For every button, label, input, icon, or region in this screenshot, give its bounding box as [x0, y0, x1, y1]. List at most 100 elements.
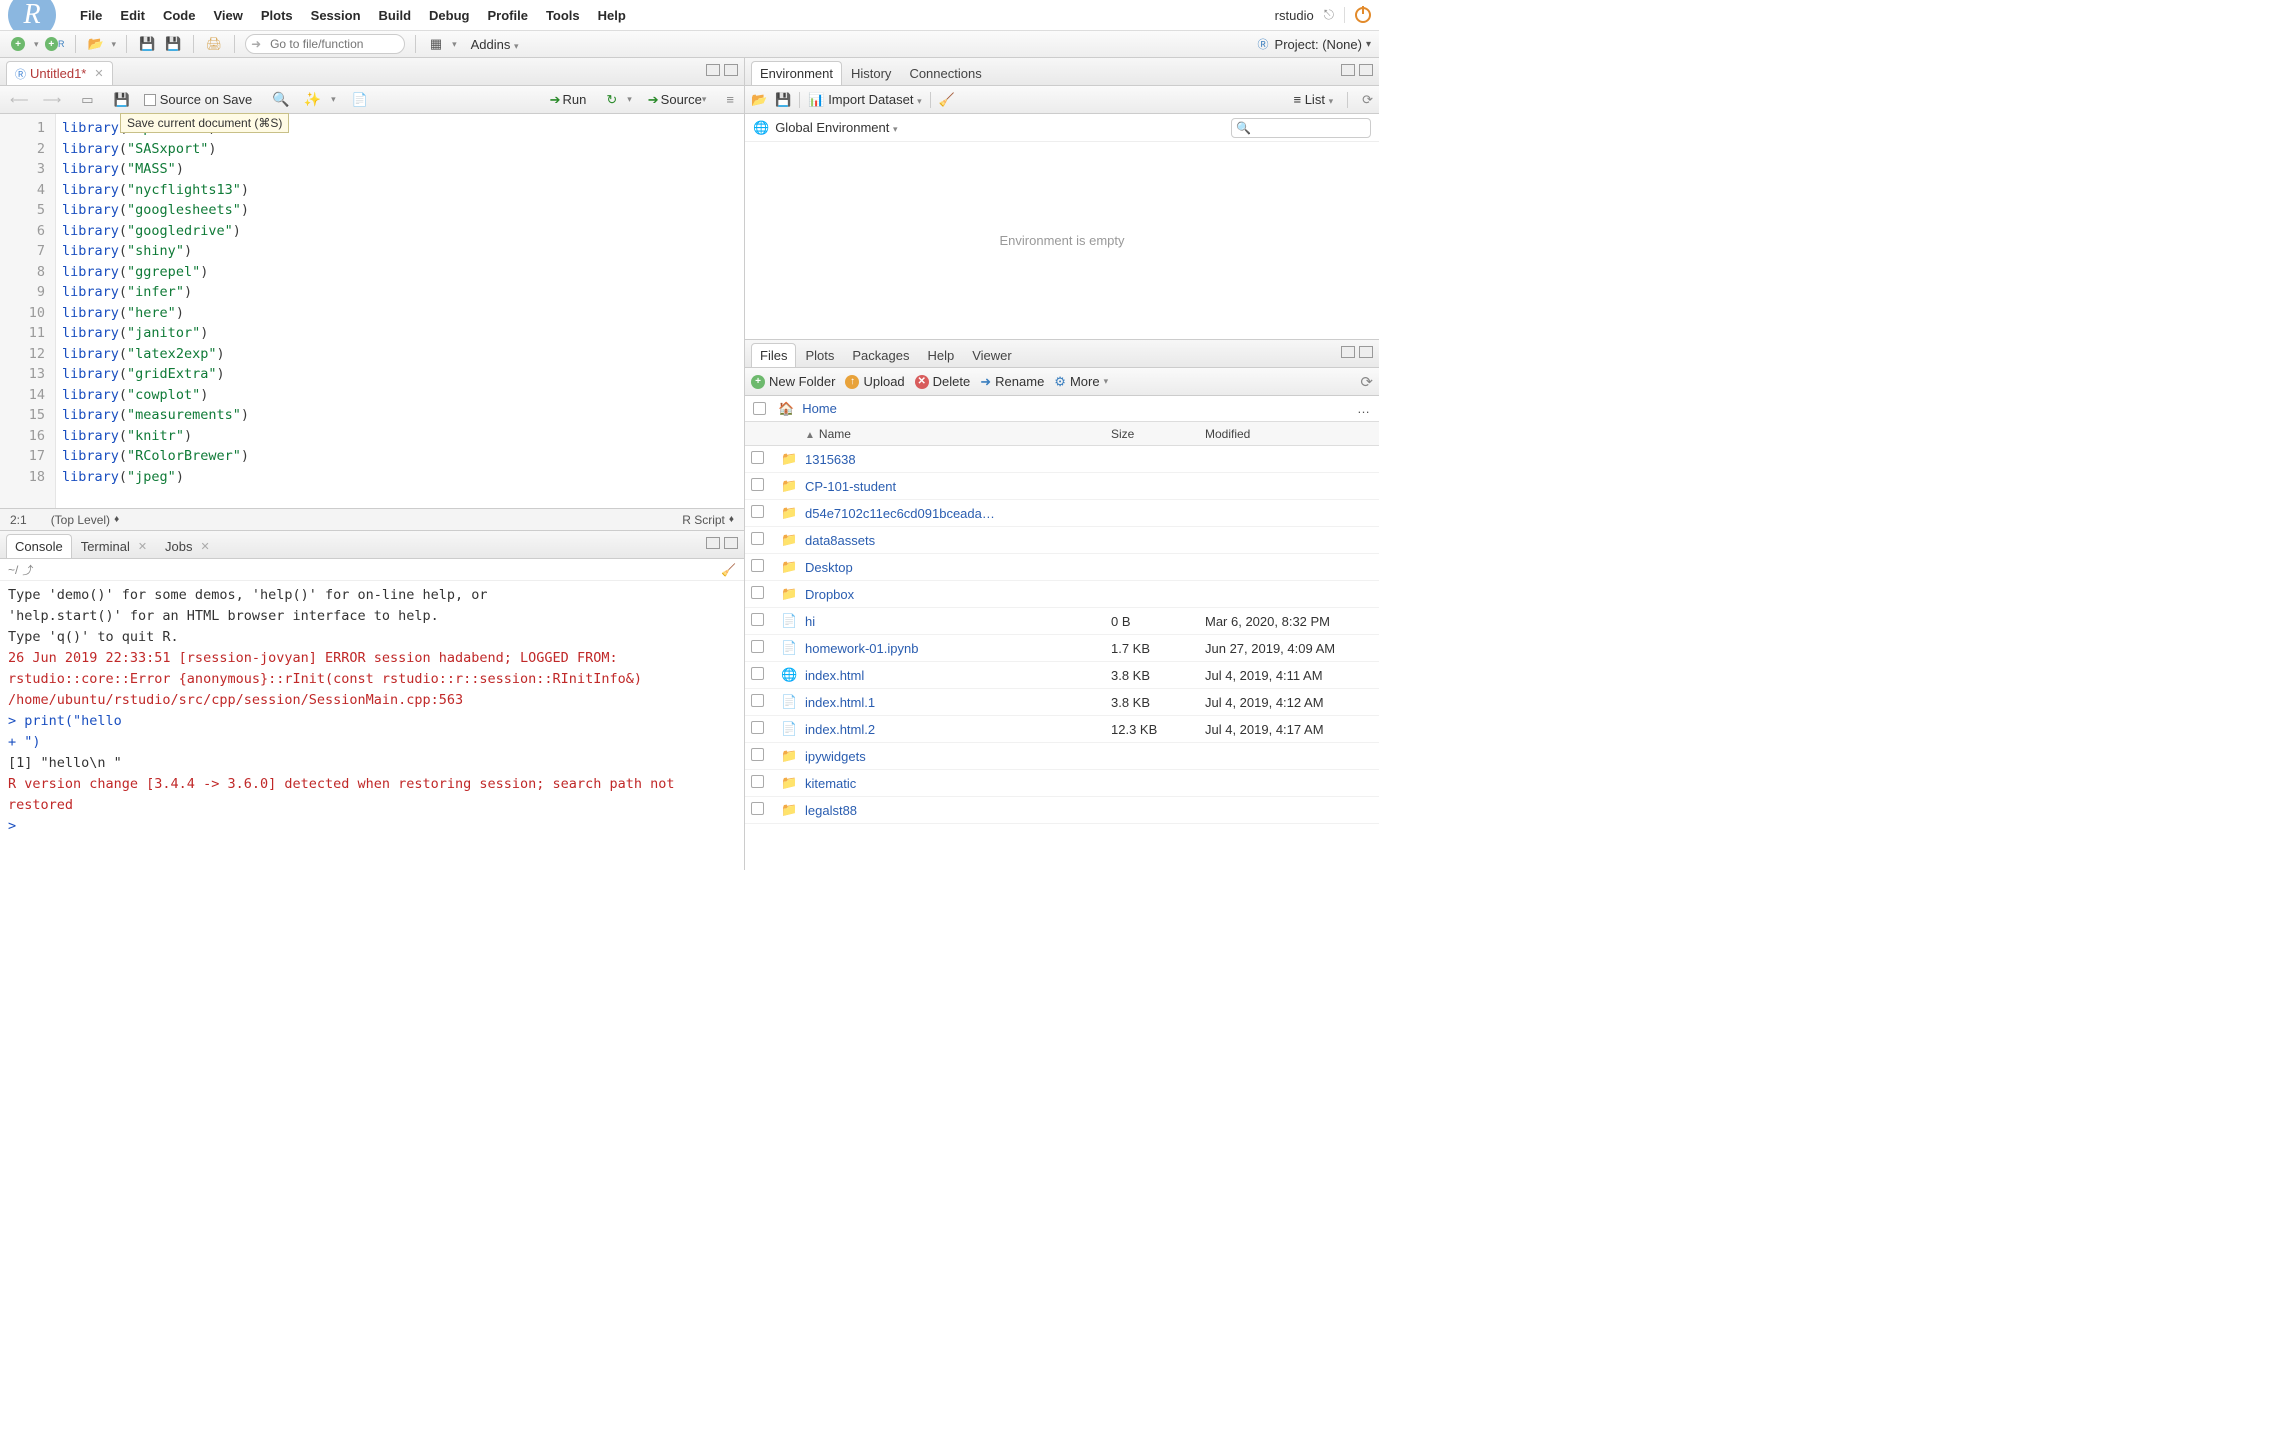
save-all-icon[interactable]: 💾	[163, 34, 183, 54]
load-workspace-icon[interactable]: 📂	[751, 92, 767, 108]
tab-files[interactable]: Files	[751, 343, 796, 367]
code-tools-icon[interactable]: ✨	[300, 90, 325, 110]
refresh-env-icon[interactable]: ⟳	[1362, 92, 1373, 108]
file-name[interactable]: ipywidgets	[799, 749, 1105, 764]
forward-icon[interactable]: ⟶	[39, 90, 66, 110]
addins-menu[interactable]: Addins ▾	[471, 37, 519, 52]
tab-connections[interactable]: Connections	[900, 61, 990, 85]
menu-profile[interactable]: Profile	[487, 8, 527, 23]
file-row[interactable]: 📁Dropbox	[745, 581, 1379, 608]
row-checkbox[interactable]	[751, 721, 764, 734]
back-icon[interactable]: ⟵	[6, 90, 33, 110]
file-row[interactable]: 📁CP-101-student	[745, 473, 1379, 500]
tab-history[interactable]: History	[842, 61, 900, 85]
menu-edit[interactable]: Edit	[120, 8, 145, 23]
menu-plots[interactable]: Plots	[261, 8, 293, 23]
menu-file[interactable]: File	[80, 8, 102, 23]
row-checkbox[interactable]	[751, 802, 764, 815]
upload-button[interactable]: ↑Upload	[845, 374, 904, 389]
file-row[interactable]: 📁d54e7102c11ec6cd091bceada…	[745, 500, 1379, 527]
row-checkbox[interactable]	[751, 505, 764, 518]
power-icon[interactable]	[1355, 7, 1371, 23]
row-checkbox[interactable]	[751, 694, 764, 707]
console-output[interactable]: Type 'demo()' for some demos, 'help()' f…	[0, 581, 744, 870]
tab-terminal[interactable]: Terminal✕	[72, 534, 156, 558]
env-scope-selector[interactable]: Global Environment ▾	[775, 120, 897, 135]
close-icon[interactable]: ✕	[138, 540, 147, 553]
rename-button[interactable]: ➜Rename	[980, 374, 1044, 390]
file-name[interactable]: d54e7102c11ec6cd091bceada…	[799, 506, 1105, 521]
file-row[interactable]: 📁kitematic	[745, 770, 1379, 797]
source-tab[interactable]: Ⓡ Untitled1* ✕	[6, 61, 113, 85]
file-name[interactable]: index.html	[799, 668, 1105, 683]
tab-packages[interactable]: Packages	[843, 343, 918, 367]
outline-icon[interactable]: ≡	[722, 90, 738, 110]
tab-help[interactable]: Help	[918, 343, 963, 367]
print-icon[interactable]: 🖨	[204, 34, 224, 54]
file-name[interactable]: index.html.1	[799, 695, 1105, 710]
menu-code[interactable]: Code	[163, 8, 196, 23]
file-row[interactable]: 📁data8assets	[745, 527, 1379, 554]
compile-report-icon[interactable]: 📄	[348, 90, 372, 110]
file-row[interactable]: 📄homework-01.ipynb1.7 KBJun 27, 2019, 4:…	[745, 635, 1379, 662]
menu-tools[interactable]: Tools	[546, 8, 580, 23]
row-checkbox[interactable]	[751, 478, 764, 491]
file-name[interactable]: CP-101-student	[799, 479, 1105, 494]
tab-environment[interactable]: Environment	[751, 61, 842, 85]
project-menu[interactable]: Ⓡ Project: (None) ▾	[1258, 36, 1371, 52]
minimize-pane-icon[interactable]	[1341, 64, 1355, 76]
file-row[interactable]: 📄hi0 BMar 6, 2020, 8:32 PM	[745, 608, 1379, 635]
scope-selector[interactable]: (Top Level) ♦	[51, 513, 119, 527]
row-checkbox[interactable]	[751, 775, 764, 788]
row-checkbox[interactable]	[751, 748, 764, 761]
tab-viewer[interactable]: Viewer	[963, 343, 1021, 367]
close-icon[interactable]: ✕	[94, 67, 103, 80]
file-name[interactable]: index.html.2	[799, 722, 1105, 737]
env-search-input[interactable]	[1231, 118, 1371, 138]
breadcrumb-more[interactable]: …	[1357, 401, 1371, 416]
file-name[interactable]: 1315638	[799, 452, 1105, 467]
signout-icon[interactable]: ⎋	[1324, 7, 1334, 23]
menu-debug[interactable]: Debug	[429, 8, 469, 23]
menu-build[interactable]: Build	[379, 8, 412, 23]
file-row[interactable]: 📄index.html.13.8 KBJul 4, 2019, 4:12 AM	[745, 689, 1379, 716]
tab-console[interactable]: Console	[6, 534, 72, 558]
file-row[interactable]: 📄index.html.212.3 KBJul 4, 2019, 4:17 AM	[745, 716, 1379, 743]
file-name[interactable]: legalst88	[799, 803, 1105, 818]
goto-file-input[interactable]	[245, 34, 405, 54]
file-row[interactable]: 📁legalst88	[745, 797, 1379, 824]
tab-plots[interactable]: Plots	[796, 343, 843, 367]
open-file-icon[interactable]: 📂	[86, 34, 106, 54]
home-icon[interactable]: 🏠	[778, 401, 794, 417]
row-checkbox[interactable]	[751, 451, 764, 464]
row-checkbox[interactable]	[751, 640, 764, 653]
file-name[interactable]: Dropbox	[799, 587, 1105, 602]
minimize-pane-icon[interactable]	[706, 537, 720, 549]
rerun-icon[interactable]: ↻	[602, 90, 621, 110]
maximize-pane-icon[interactable]	[724, 64, 738, 76]
row-checkbox[interactable]	[751, 613, 764, 626]
row-checkbox[interactable]	[751, 667, 764, 680]
source-on-save-checkbox[interactable]: Source on Save	[140, 90, 257, 110]
minimize-pane-icon[interactable]	[706, 64, 720, 76]
menu-help[interactable]: Help	[598, 8, 626, 23]
file-name[interactable]: homework-01.ipynb	[799, 641, 1105, 656]
file-name[interactable]: kitematic	[799, 776, 1105, 791]
maximize-pane-icon[interactable]	[1359, 346, 1373, 358]
clear-env-icon[interactable]: 🧹	[939, 92, 955, 108]
select-all-checkbox[interactable]	[753, 402, 766, 415]
refresh-files-icon[interactable]: ⟳	[1360, 373, 1373, 391]
find-replace-icon[interactable]: 🔍	[268, 90, 293, 110]
maximize-pane-icon[interactable]	[1359, 64, 1373, 76]
goto-dir-icon[interactable]: ⤴	[22, 562, 33, 578]
source-editor[interactable]: 123456789101112131415161718 library("ope…	[0, 114, 744, 508]
menu-session[interactable]: Session	[311, 8, 361, 23]
col-modified-header[interactable]: Modified	[1199, 427, 1379, 441]
delete-button[interactable]: ✕Delete	[915, 374, 971, 389]
grid-icon[interactable]: ▦	[426, 34, 446, 54]
file-name[interactable]: Desktop	[799, 560, 1105, 575]
new-file-icon[interactable]: +	[8, 34, 28, 54]
file-row[interactable]: 📁ipywidgets	[745, 743, 1379, 770]
show-in-new-window-icon[interactable]: ▭	[77, 90, 97, 110]
file-type-selector[interactable]: R Script ♦	[682, 513, 734, 527]
